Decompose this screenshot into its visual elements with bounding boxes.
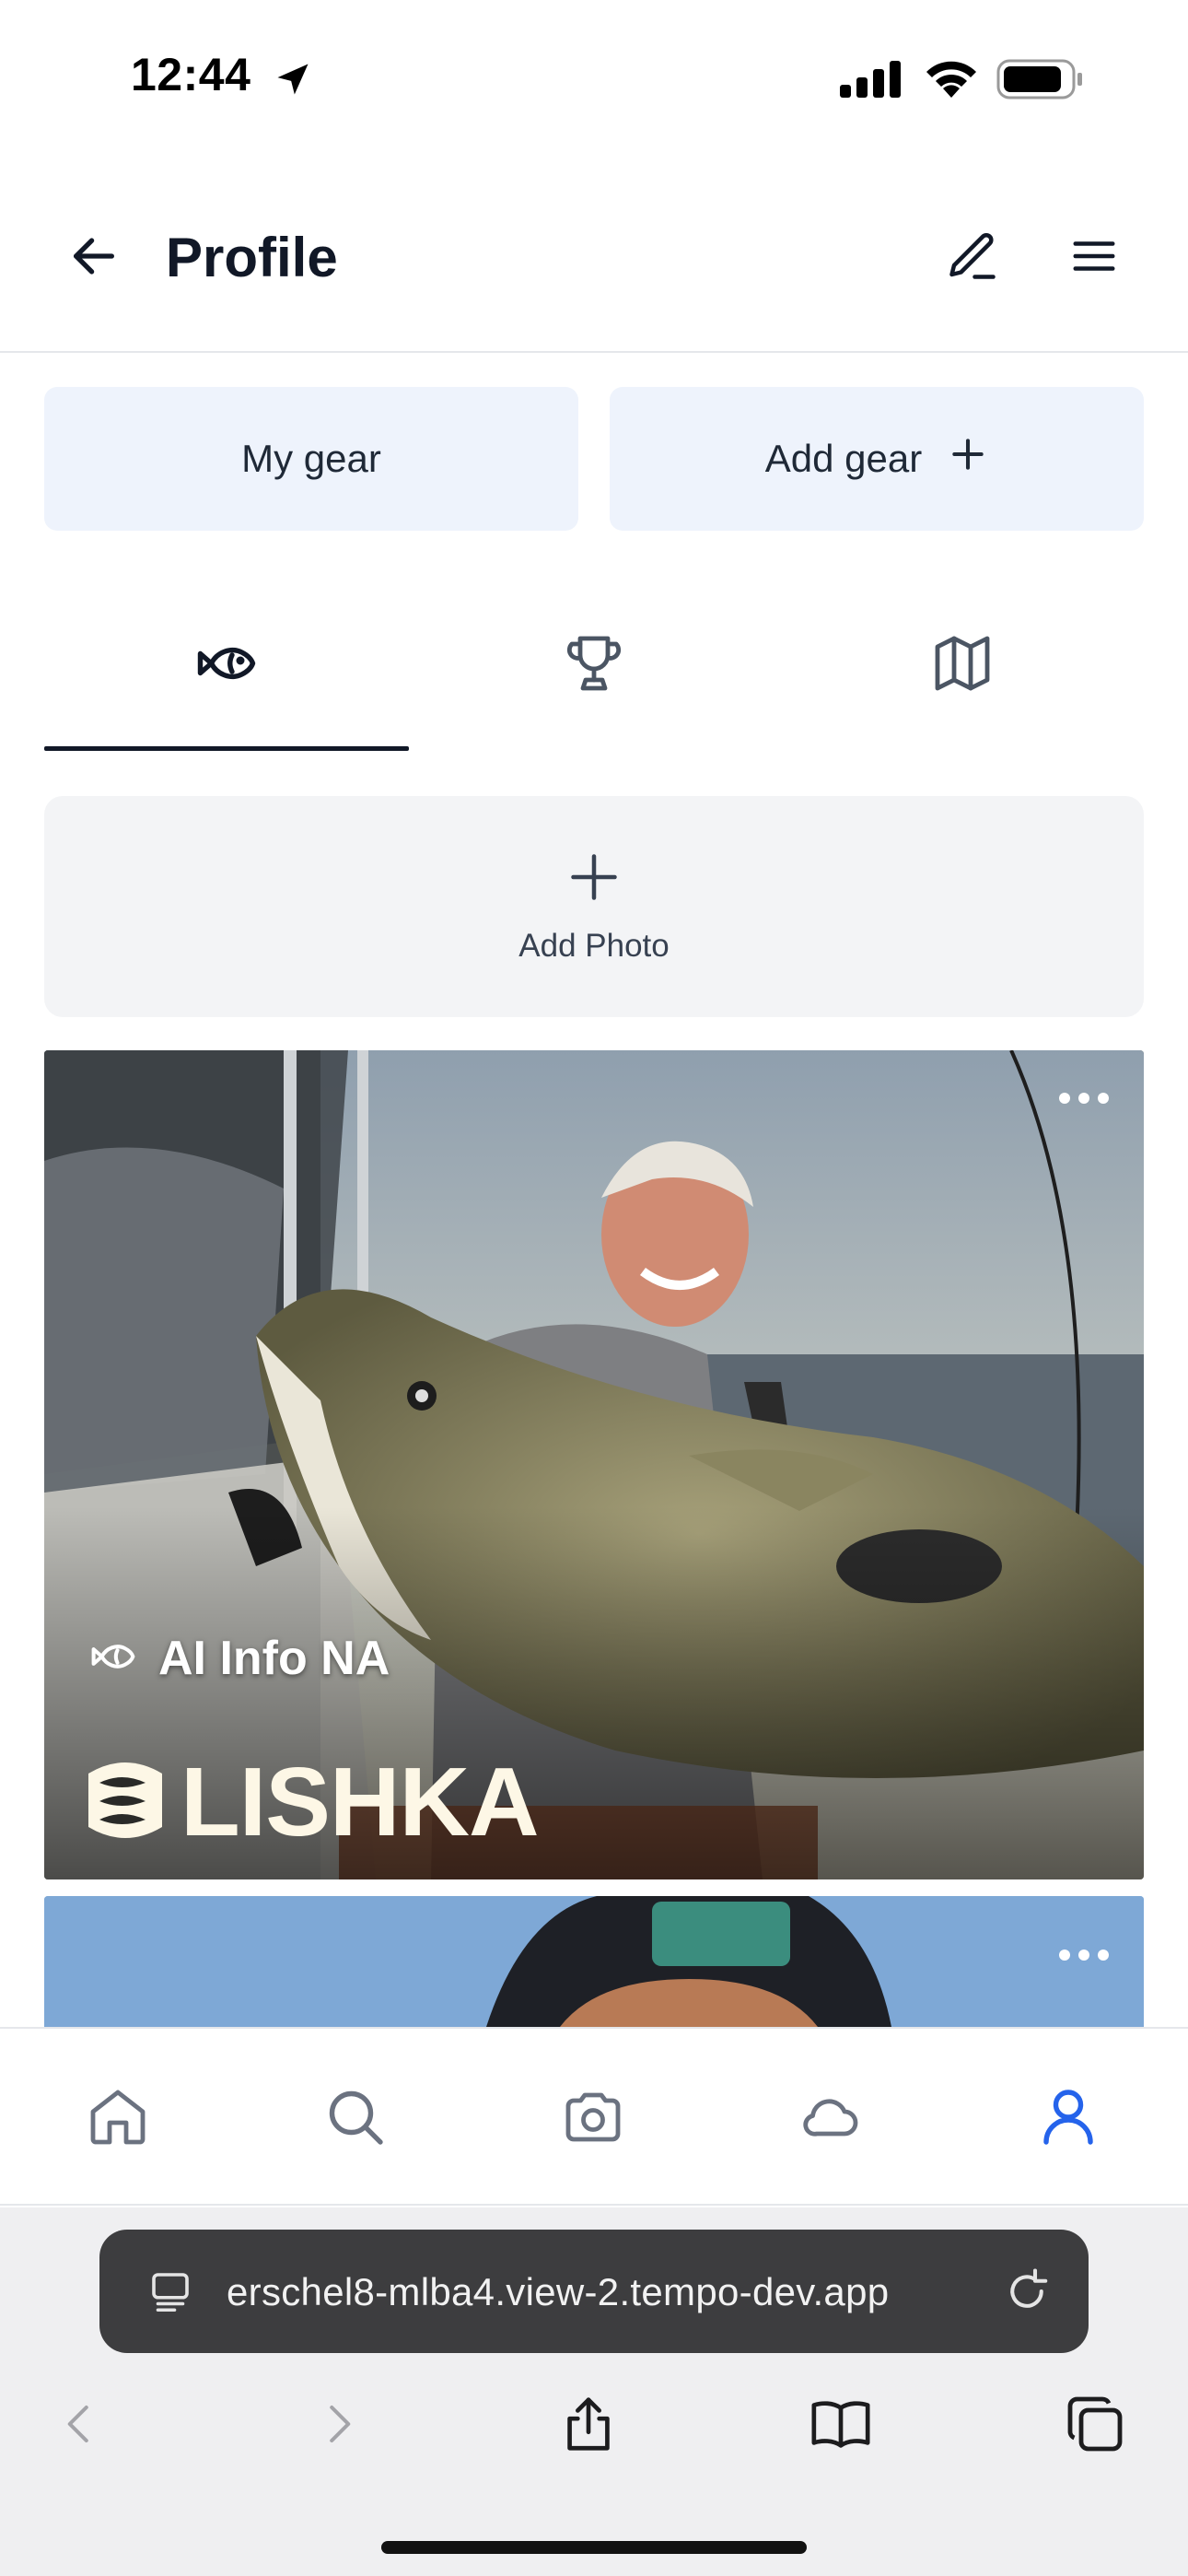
trophy-icon [561,630,627,701]
fish-icon [193,630,260,701]
bottom-nav [0,2027,1188,2206]
lishka-logo-icon [85,1755,166,1850]
reload-icon[interactable] [1002,2266,1052,2321]
tabs-button[interactable] [1054,2384,1136,2467]
share-button[interactable] [547,2384,630,2467]
pencil-icon [945,228,1000,288]
nav-weather[interactable] [785,2073,877,2165]
status-time: 12:44 [131,49,251,100]
catch-species-label: AI Info NA [158,1632,390,1685]
tabs-icon [1062,2391,1128,2462]
card-more-button[interactable] [1052,1944,1116,1966]
camera-icon [560,2084,626,2155]
home-indicator [381,2541,807,2554]
browser-toolbar: erschel8-mlba4.view-2.tempo-dev.app [0,2207,1188,2576]
browser-back-button[interactable] [39,2384,122,2467]
wifi-icon [923,57,980,104]
catch-photo [44,1896,1144,2027]
arrow-left-icon [67,229,121,287]
chevron-left-icon [55,2395,105,2458]
chevron-right-icon [313,2395,363,2458]
ellipsis-icon [1052,1950,1116,1970]
my-gear-button[interactable]: My gear [44,387,578,531]
location-arrow-icon [273,59,313,104]
add-photo-button[interactable]: Add Photo [44,796,1144,1017]
book-icon [806,2392,876,2461]
plus-icon [566,849,622,909]
plus-icon [948,434,988,484]
url-text: erschel8-mlba4.view-2.tempo-dev.app [227,2270,890,2313]
browser-forward-button[interactable] [297,2384,379,2467]
add-gear-label: Add gear [764,437,923,480]
my-gear-label: My gear [241,437,381,480]
brand-watermark: LISHKA [85,1747,540,1858]
menu-button[interactable] [1066,230,1122,286]
cellular-signal-icon [840,61,904,102]
catch-species: AI Info NA [88,1631,390,1686]
search-icon [322,2084,389,2155]
user-icon [1035,2084,1101,2155]
page-title: Profile [166,227,338,288]
share-icon [556,2389,621,2464]
catch-card[interactable]: AI Info NA LISHKA [44,1050,1144,1879]
card-more-button[interactable] [1052,1087,1116,1109]
header-divider [0,351,1188,353]
nav-home[interactable] [72,2073,164,2165]
address-bar[interactable]: erschel8-mlba4.view-2.tempo-dev.app [99,2230,1089,2353]
nav-profile[interactable] [1022,2073,1114,2165]
add-photo-label: Add Photo [518,927,670,964]
tab-map[interactable] [778,615,1147,715]
nav-search[interactable] [309,2073,402,2165]
add-gear-button[interactable]: Add gear [610,387,1144,531]
back-button[interactable] [64,228,123,287]
active-tab-indicator [44,746,409,751]
home-icon [85,2084,151,2155]
catch-card[interactable] [44,1896,1144,2027]
reader-mode-icon[interactable] [146,2266,195,2321]
battery-icon [996,57,1085,106]
tab-trophies[interactable] [410,615,778,715]
brand-wordmark: LISHKA [181,1748,540,1856]
map-icon [929,630,996,701]
bookmarks-button[interactable] [799,2384,882,2467]
cloud-icon [798,2084,864,2155]
edit-profile-button[interactable] [941,227,1004,289]
fish-icon [88,1632,138,1686]
tab-catches[interactable] [42,615,411,715]
ellipsis-icon [1052,1093,1116,1113]
hamburger-menu-icon [1069,231,1119,286]
nav-camera[interactable] [547,2073,639,2165]
